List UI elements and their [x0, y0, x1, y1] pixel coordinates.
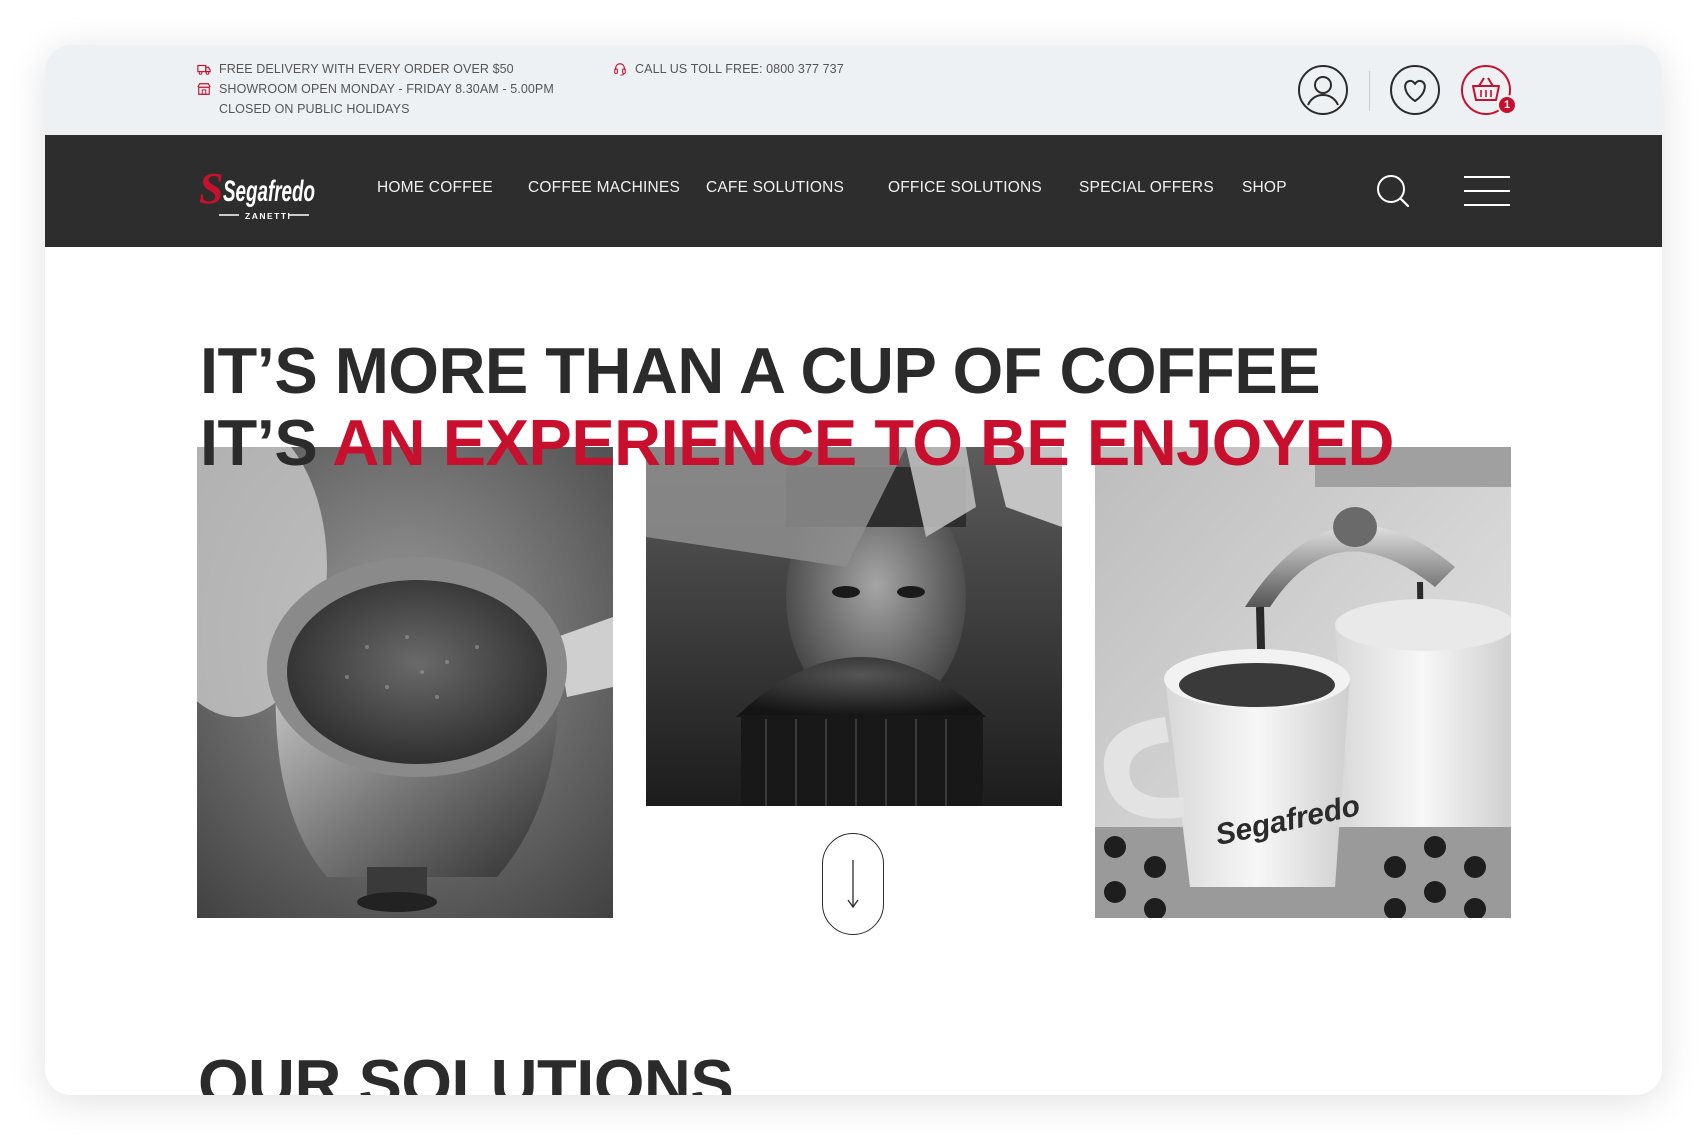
truck-icon — [197, 62, 211, 76]
nav-special-offers[interactable]: SPECIAL OFFERS — [1079, 179, 1214, 197]
divider — [1369, 71, 1370, 111]
nav-cafe-solutions[interactable]: CAFE SOLUTIONS — [706, 179, 844, 197]
search-button[interactable] — [1373, 171, 1413, 211]
segafredo-logo[interactable]: S Segafredo ZANETTI — [197, 161, 339, 223]
nav-coffee-machines[interactable]: COFFEE MACHINES — [528, 179, 680, 197]
user-icon — [1298, 65, 1348, 115]
logo-wordmark: Segafredo — [223, 175, 315, 208]
holidays-text: CLOSED ON PUBLIC HOLIDAYS — [219, 102, 410, 116]
logo-sub: ZANETTI — [245, 211, 291, 221]
espresso-cups-photo: Segafredo — [1095, 447, 1511, 918]
barista-beans-photo — [646, 447, 1062, 806]
hero-headline: IT’S MORE THAN A CUP OF COFFEE IT’S AN E… — [200, 335, 1394, 479]
store-icon — [197, 82, 211, 96]
headset-icon — [613, 62, 627, 76]
delivery-text: FREE DELIVERY WITH EVERY ORDER OVER $50 — [219, 62, 514, 76]
store-info: FREE DELIVERY WITH EVERY ORDER OVER $50 … — [197, 59, 554, 119]
page-frame: FREE DELIVERY WITH EVERY ORDER OVER $50 … — [45, 45, 1662, 1095]
cart-count-badge: 1 — [1497, 95, 1517, 115]
search-icon — [1377, 175, 1410, 208]
logo-s: S — [199, 164, 223, 213]
account-button[interactable] — [1297, 64, 1349, 116]
nav-office-solutions[interactable]: OFFICE SOLUTIONS — [888, 179, 1042, 197]
scroll-down-button[interactable] — [822, 833, 884, 935]
showroom-text: SHOWROOM OPEN MONDAY - FRIDAY 8.30AM - 5… — [219, 82, 554, 96]
phone-info: CALL US TOLL FREE: 0800 377 737 — [613, 59, 844, 79]
headline-line-1: IT’S MORE THAN A CUP OF COFFEE — [200, 334, 1321, 407]
nav-shop[interactable]: SHOP — [1242, 179, 1287, 197]
arrow-down-icon — [847, 860, 859, 909]
main-nav: S Segafredo ZANETTI HOME COFFEE COFFEE M… — [45, 135, 1662, 247]
phone-text[interactable]: CALL US TOLL FREE: 0800 377 737 — [635, 62, 844, 76]
solutions-title: OUR SOLUTIONS — [198, 1046, 734, 1095]
portafilter-photo — [197, 447, 613, 918]
headline-prefix: IT’S — [200, 406, 333, 479]
headline-accent: AN EXPERIENCE TO BE ENJOYED — [332, 406, 1394, 479]
wishlist-button[interactable] — [1389, 64, 1441, 116]
heart-icon — [1390, 65, 1440, 115]
nav-home-coffee[interactable]: HOME COFFEE — [377, 179, 493, 197]
menu-button[interactable] — [1463, 173, 1511, 209]
hamburger-icon — [1464, 176, 1510, 206]
headline-line-2: IT’S AN EXPERIENCE TO BE ENJOYED — [200, 407, 1394, 479]
top-info-bar: FREE DELIVERY WITH EVERY ORDER OVER $50 … — [45, 45, 1662, 135]
